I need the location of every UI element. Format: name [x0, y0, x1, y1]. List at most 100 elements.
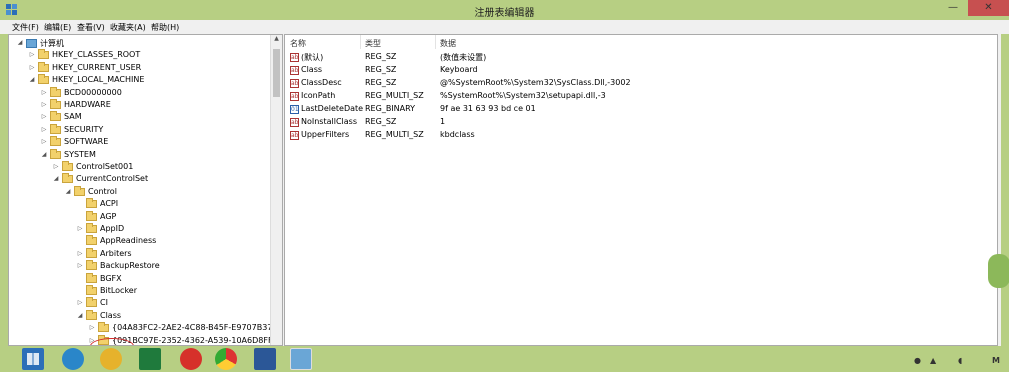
expanded-arrow-icon[interactable]: ◢ — [52, 175, 60, 182]
chrome-icon[interactable] — [215, 348, 237, 370]
tray-status-icon[interactable]: ● — [914, 356, 921, 365]
collapsed-arrow-icon[interactable]: ▷ — [52, 163, 60, 170]
regedit-taskbar-icon[interactable] — [290, 348, 312, 370]
word-icon[interactable] — [254, 348, 276, 370]
value-type: REG_SZ — [365, 52, 397, 61]
value-row[interactable]: ab ClassDesc REG_SZ @%SystemRoot%\System32\… — [285, 77, 997, 90]
tree-node-label: HKEY_CLASSES_ROOT — [52, 50, 141, 60]
value-row[interactable]: ab IconPath REG_MULTI_SZ %SystemRoot%\Syste… — [285, 90, 997, 103]
collapsed-arrow-icon[interactable]: ▷ — [28, 51, 36, 58]
tree-node-label: HARDWARE — [64, 100, 111, 109]
scroll-thumb[interactable] — [273, 49, 280, 97]
collapsed-arrow-icon[interactable]: ▷ — [28, 64, 36, 71]
minimize-icon[interactable]: — — [940, 0, 966, 16]
folder-icon — [86, 297, 97, 308]
header-divider[interactable] — [360, 35, 361, 49]
header-type[interactable]: 类型 — [365, 38, 381, 49]
folder-icon — [86, 285, 97, 295]
tray-ime-indicator[interactable]: M — [992, 356, 1000, 365]
collapsed-arrow-icon[interactable]: ▷ — [76, 262, 84, 269]
browser-icon[interactable] — [100, 348, 122, 370]
collapsed-arrow-icon[interactable]: ▷ — [40, 113, 48, 120]
value-row[interactable]: ab (默认) REG_SZ (数值未设置) — [285, 51, 997, 64]
tree-node-label: {091BC97E-2352-4362-A539-10A6D8FF7596} — [112, 335, 283, 345]
value-name: UpperFilters — [301, 130, 350, 139]
tree-node-label: {04A83FC2-2AE2-4C88-B45F-E9707B377636} — [112, 323, 283, 333]
collapsed-arrow-icon[interactable]: ▷ — [40, 89, 48, 96]
value-row[interactable]: ab Class REG_SZ Keyboard — [285, 64, 997, 77]
expanded-arrow-icon[interactable]: ◢ — [40, 151, 48, 158]
menu-favorites[interactable]: 收藏夹(A) — [110, 22, 146, 33]
folder-icon — [38, 74, 49, 85]
string-value-icon: ab — [290, 131, 299, 140]
folder-icon — [86, 235, 97, 246]
menu-view[interactable]: 查看(V) — [77, 22, 105, 33]
tree-node-label: HKEY_CURRENT_USER — [52, 62, 142, 72]
search-icon[interactable] — [62, 348, 84, 370]
menu-edit[interactable]: 编辑(E) — [44, 22, 71, 33]
registry-tree[interactable]: ◢ 计算机 ▷ HKEY_CLASSES_ROOT ▷ HKEY_CURRENT_USER… — [8, 34, 283, 346]
tree-node-label: ACPI — [100, 199, 119, 209]
tree-node-label: 计算机 — [40, 39, 64, 48]
tray-speaker-icon[interactable]: ◖ — [958, 356, 962, 365]
folder-icon — [62, 173, 73, 184]
value-row[interactable]: ab UpperFilters REG_MULTI_SZ kbdclass — [285, 129, 997, 142]
menu-bar: 文件(F) 编辑(E) 查看(V) 收藏夹(A) 帮助(H) — [0, 20, 1009, 34]
tree-node-label: ControlSet001 — [76, 162, 134, 171]
folder-icon — [50, 136, 61, 147]
expanded-arrow-icon[interactable]: ◢ — [28, 76, 36, 83]
watermark-url: jingyan.baidu.com — [780, 318, 882, 331]
value-data: %SystemRoot%\System32\setupapi.dll,-3 — [440, 91, 606, 100]
menu-file[interactable]: 文件(F) — [12, 22, 39, 33]
excel-icon[interactable] — [139, 348, 161, 370]
value-name: Class — [301, 65, 323, 74]
collapsed-arrow-icon[interactable]: ▷ — [88, 324, 96, 331]
value-row[interactable]: ab NoInstallClass REG_SZ 1 — [285, 116, 997, 129]
tree-node-label: HKEY_LOCAL_MACHINE — [52, 75, 145, 85]
media-player-icon[interactable] — [180, 348, 202, 370]
tray-up-icon[interactable]: ▲ — [930, 356, 936, 365]
folder-icon — [62, 161, 73, 171]
watermark: Baidu经验 jingyan.baidu.com — [780, 254, 1009, 348]
value-name: (默认) — [301, 53, 324, 62]
value-name: LastDeleteDate — [301, 104, 364, 113]
menu-help[interactable]: 帮助(H) — [151, 22, 179, 33]
tree-node-label: AppID — [100, 224, 125, 233]
value-type: REG_SZ — [365, 65, 397, 74]
string-value-icon: ab — [290, 66, 299, 75]
value-type: REG_SZ — [365, 117, 397, 126]
tree-node-label: BCD00000000 — [64, 87, 122, 97]
value-data: @%SystemRoot%\System32\SysClass.Dll,-300… — [440, 78, 631, 87]
binary-value-icon: 01 — [290, 105, 299, 114]
tree-node-label: SOFTWARE — [64, 137, 109, 147]
value-row[interactable]: 01 LastDeleteDate REG_BINARY 9f ae 31 63 93… — [285, 103, 997, 116]
folder-icon — [86, 260, 97, 271]
header-divider[interactable] — [435, 35, 436, 49]
header-data[interactable]: 数据 — [440, 38, 456, 49]
windows-start-icon[interactable] — [22, 348, 44, 370]
collapsed-arrow-icon[interactable]: ▷ — [40, 101, 48, 108]
tree-node-label: AppReadiness — [100, 236, 157, 246]
collapsed-arrow-icon[interactable]: ▷ — [76, 225, 84, 232]
header-name[interactable]: 名称 — [290, 38, 306, 49]
tree-node-label: CI — [100, 298, 108, 308]
collapsed-arrow-icon[interactable]: ▷ — [40, 126, 48, 133]
mascot-icon — [988, 254, 1009, 288]
value-type: REG_MULTI_SZ — [365, 91, 424, 100]
expanded-arrow-icon[interactable]: ◢ — [16, 39, 24, 46]
close-icon[interactable]: ✕ — [968, 0, 1009, 16]
collapsed-arrow-icon[interactable]: ▷ — [76, 299, 84, 306]
folder-icon — [86, 247, 97, 258]
value-name: NoInstallClass — [301, 117, 358, 126]
folder-icon — [86, 210, 97, 221]
value-data: Keyboard — [440, 65, 478, 74]
scroll-up-icon[interactable]: ▲ — [271, 35, 282, 46]
folder-icon — [98, 322, 109, 333]
expanded-arrow-icon[interactable]: ◢ — [76, 312, 84, 319]
folder-icon — [86, 309, 97, 320]
collapsed-arrow-icon[interactable]: ▷ — [40, 138, 48, 145]
expanded-arrow-icon[interactable]: ◢ — [64, 188, 72, 195]
collapsed-arrow-icon[interactable]: ▷ — [76, 250, 84, 257]
value-data: 9f ae 31 63 93 bd ce 01 — [440, 104, 536, 113]
tree-scrollbar[interactable]: ▲ — [270, 35, 282, 345]
